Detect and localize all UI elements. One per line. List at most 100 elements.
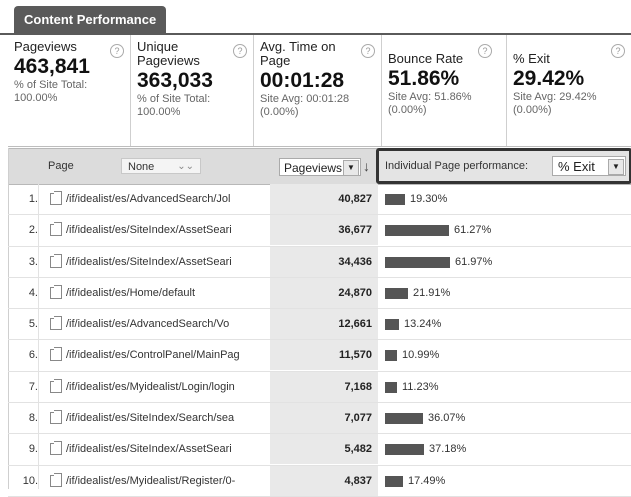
metric-label: Unique Pageviews — [137, 39, 200, 68]
page-url[interactable]: /if/idealist/es/Myidealist/Login/login — [66, 372, 266, 402]
exit-bar — [385, 287, 408, 299]
dropdown-arrow-icon: ▼ — [608, 159, 624, 175]
table-row[interactable]: 9. /if/idealist/es/SiteIndex/AssetSeari … — [8, 434, 631, 466]
exit-bar — [385, 225, 449, 237]
row-number: 8. — [28, 412, 38, 425]
metric-bounce-rate: ? Bounce Rate 51.86% Site Avg: 51.86% (0… — [381, 35, 506, 146]
pageviews-cell: 12,661 — [270, 309, 378, 340]
metric-avg-time: ? Avg. Time on Page 00:01:28 Site Avg: 0… — [253, 35, 381, 146]
pageviews-value: 5,482 — [344, 443, 372, 456]
secondary-dimension-value: None — [128, 161, 155, 173]
page-url[interactable]: /if/idealist/es/AdvancedSearch/Jol — [66, 184, 266, 214]
pageviews-value: 7,168 — [344, 380, 372, 393]
metric-value: 363,033 — [137, 69, 213, 92]
performance-metric-select[interactable]: % Exit ▼ — [552, 156, 626, 176]
exit-percent: 19.30% — [410, 193, 448, 205]
table-row[interactable]: 7. /if/idealist/es/Myidealist/Login/logi… — [8, 371, 631, 404]
metric-label: Pageviews — [14, 39, 77, 54]
pageviews-cell: 5,482 — [270, 434, 378, 465]
external-link-icon[interactable] — [50, 253, 62, 268]
metric-subtext: (0.00%) — [260, 106, 299, 118]
pageviews-value: 34,436 — [338, 255, 372, 268]
external-link-icon[interactable] — [50, 410, 62, 425]
table-row[interactable]: 10. /if/idealist/es/Myidealist/Register/… — [8, 465, 631, 497]
table-header: Page None ⌄⌄ Pageviews ▼ ↓ Individual Pa… — [8, 148, 631, 185]
performance-metric-value: % Exit — [558, 159, 595, 174]
table-row[interactable]: 1. /if/idealist/es/AdvancedSearch/Jol 40… — [8, 184, 631, 216]
row-number: 4. — [28, 286, 38, 299]
page-url[interactable]: /if/idealist/es/Home/default — [66, 278, 266, 308]
page-url[interactable]: /if/idealist/es/Myidealist/Register/0- — [66, 466, 266, 496]
exit-bar — [385, 413, 423, 425]
pageviews-value: 4,837 — [344, 474, 372, 487]
row-number: 10. — [22, 474, 38, 487]
table-row[interactable]: 5. /if/idealist/es/AdvancedSearch/Vo 12,… — [8, 309, 631, 341]
row-number: 6. — [28, 349, 38, 362]
tab-content-performance[interactable]: Content Performance — [14, 6, 167, 33]
pageviews-value: 11,570 — [338, 349, 372, 362]
row-number: 3. — [28, 255, 38, 268]
page-url[interactable]: /if/idealist/es/ControlPanel/MainPag — [66, 340, 266, 370]
help-icon[interactable]: ? — [233, 44, 247, 58]
column-header-page[interactable]: Page — [48, 149, 74, 184]
page-url[interactable]: /if/idealist/es/SiteIndex/Search/sea — [66, 403, 266, 433]
exit-percent: 17.49% — [408, 474, 446, 487]
metric-exit: ? % Exit 29.42% Site Avg: 29.42% (0.00%) — [506, 35, 631, 146]
secondary-dimension-select[interactable]: None ⌄⌄ — [121, 158, 201, 174]
help-icon[interactable]: ? — [110, 44, 124, 58]
external-link-icon[interactable] — [50, 191, 62, 205]
help-icon[interactable]: ? — [611, 44, 625, 58]
external-link-icon[interactable] — [50, 316, 62, 331]
table-body: 1. /if/idealist/es/AdvancedSearch/Jol 40… — [8, 184, 631, 497]
pageviews-cell: 24,870 — [270, 277, 378, 308]
row-number: 9. — [28, 443, 38, 456]
table-row[interactable]: 4. /if/idealist/es/Home/default 24,870 2… — [8, 277, 631, 310]
pageviews-cell: 36,677 — [270, 215, 378, 246]
external-link-icon[interactable] — [50, 378, 62, 393]
metric-value: 51.86% — [388, 67, 460, 90]
help-icon[interactable]: ? — [361, 44, 375, 58]
metric-pageviews: ? Pageviews 463,841 % of Site Total: 100… — [8, 35, 130, 146]
exit-percent: 36.07% — [428, 412, 466, 425]
primary-metric-value: Pageviews — [284, 161, 343, 175]
pageviews-cell: 7,077 — [270, 403, 378, 434]
page-url[interactable]: /if/idealist/es/SiteIndex/AssetSeari — [66, 247, 266, 277]
external-link-icon[interactable] — [50, 472, 62, 487]
metric-subtext: % of Site Total: — [137, 93, 211, 105]
pageviews-value: 12,661 — [338, 318, 372, 331]
table-row[interactable]: 2. /if/idealist/es/SiteIndex/AssetSeari … — [8, 215, 631, 247]
pageviews-cell: 40,827 — [270, 184, 378, 214]
external-link-icon[interactable] — [50, 284, 62, 299]
metric-label: Avg. Time on Page — [260, 39, 336, 68]
pageviews-cell: 34,436 — [270, 246, 378, 277]
table-row[interactable]: 6. /if/idealist/es/ControlPanel/MainPag … — [8, 340, 631, 372]
external-link-icon[interactable] — [50, 347, 62, 362]
metric-label: % Exit — [513, 51, 550, 66]
exit-bar — [385, 475, 403, 487]
performance-label: Individual Page performance: — [385, 160, 529, 172]
exit-bar — [385, 256, 450, 268]
metrics-summary: ? Pageviews 463,841 % of Site Total: 100… — [8, 35, 631, 147]
pageviews-cell: 4,837 — [270, 465, 378, 496]
exit-bar — [385, 381, 397, 393]
external-link-icon[interactable] — [50, 441, 62, 456]
exit-bar — [385, 194, 405, 205]
metric-subtext: 100.00% — [137, 106, 181, 118]
exit-percent: 21.91% — [413, 286, 451, 299]
sort-down-icon[interactable]: ↓ — [363, 158, 370, 174]
exit-percent: 37.18% — [429, 443, 467, 456]
pageviews-value: 7,077 — [344, 412, 372, 425]
row-number: 2. — [28, 224, 38, 237]
help-icon[interactable]: ? — [478, 44, 492, 58]
pageviews-cell: 11,570 — [270, 340, 378, 371]
page-url[interactable]: /if/idealist/es/SiteIndex/AssetSeari — [66, 215, 266, 245]
metric-value: 00:01:28 — [260, 69, 345, 92]
table-row[interactable]: 8. /if/idealist/es/SiteIndex/Search/sea … — [8, 403, 631, 435]
page-url[interactable]: /if/idealist/es/SiteIndex/AssetSeari — [66, 434, 266, 464]
metric-subtext: (0.00%) — [388, 104, 427, 116]
pageviews-value: 24,870 — [338, 286, 372, 299]
page-url[interactable]: /if/idealist/es/AdvancedSearch/Vo — [66, 309, 266, 339]
external-link-icon[interactable] — [50, 222, 62, 237]
primary-metric-select[interactable]: Pageviews ▼ — [279, 158, 361, 176]
table-row[interactable]: 3. /if/idealist/es/SiteIndex/AssetSeari … — [8, 246, 631, 278]
